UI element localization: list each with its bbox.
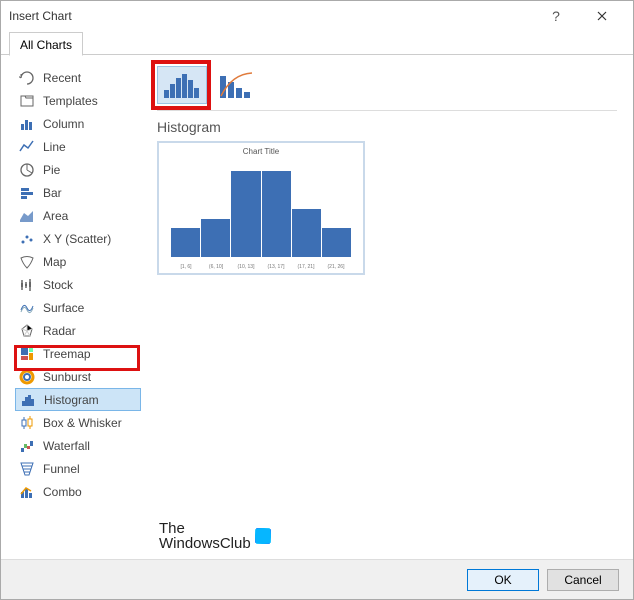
- sidebar-item-map[interactable]: Map: [15, 250, 141, 273]
- cancel-button[interactable]: Cancel: [547, 569, 619, 591]
- sidebar-item-x-y-scatter-[interactable]: X Y (Scatter): [15, 227, 141, 250]
- x-label: (13, 17]: [261, 264, 291, 270]
- sidebar-item-label: Area: [43, 209, 68, 223]
- sidebar-item-label: Bar: [43, 186, 62, 200]
- insert-chart-dialog: Insert Chart ? All Charts Recent Template…: [0, 0, 634, 600]
- x-label: [1, 6]: [171, 264, 201, 270]
- sidebar: Recent Templates Column Line Pie Bar Area X Y (…: [1, 56, 141, 559]
- sidebar-item-label: Combo: [43, 485, 82, 499]
- sidebar-item-box-whisker[interactable]: Box & Whisker: [15, 411, 141, 434]
- chart-type-label: Histogram: [157, 119, 617, 135]
- sidebar-item-label: X Y (Scatter): [43, 232, 111, 246]
- sidebar-item-bar[interactable]: Bar: [15, 181, 141, 204]
- sidebar-item-surface[interactable]: Surface: [15, 296, 141, 319]
- preview-title: Chart Title: [159, 143, 363, 156]
- waterfall-icon: [19, 438, 35, 454]
- sidebar-item-line[interactable]: Line: [15, 135, 141, 158]
- sidebar-item-pie[interactable]: Pie: [15, 158, 141, 181]
- bar: [231, 171, 260, 257]
- main-pane: Histogram Chart Title [1, 6](6, 10](10, …: [141, 56, 633, 559]
- sidebar-item-templates[interactable]: Templates: [15, 89, 141, 112]
- tab-all-charts[interactable]: All Charts: [9, 32, 83, 56]
- bar: [292, 209, 321, 257]
- sidebar-item-label: Waterfall: [43, 439, 90, 453]
- box-whisker-icon: [19, 415, 35, 431]
- funnel-icon: [19, 461, 35, 477]
- bar: [201, 219, 230, 257]
- sidebar-item-label: Radar: [43, 324, 76, 338]
- watermark-line1: The: [159, 521, 251, 536]
- sidebar-item-sunburst[interactable]: Sunburst: [15, 365, 141, 388]
- titlebar: Insert Chart ?: [1, 1, 633, 31]
- watermark: The WindowsClub: [159, 521, 271, 551]
- bar: [171, 228, 200, 257]
- column-icon: [19, 116, 35, 132]
- subtype-row: [157, 66, 617, 104]
- sidebar-item-label: Histogram: [44, 393, 99, 407]
- sidebar-item-label: Recent: [43, 71, 81, 85]
- sidebar-item-label: Funnel: [43, 462, 80, 476]
- bar-icon: [19, 185, 35, 201]
- sidebar-item-label: Sunburst: [43, 370, 91, 384]
- sidebar-item-combo[interactable]: Combo: [15, 480, 141, 503]
- footer: OK Cancel: [1, 559, 633, 599]
- watermark-line2: WindowsClub: [159, 536, 251, 551]
- x-axis-labels: [1, 6](6, 10](10, 13](13, 17](17, 21](21…: [171, 264, 351, 270]
- sidebar-item-recent[interactable]: Recent: [15, 66, 141, 89]
- templates-icon: [19, 93, 35, 109]
- sidebar-item-column[interactable]: Column: [15, 112, 141, 135]
- dialog-title: Insert Chart: [9, 9, 72, 23]
- bar: [322, 228, 351, 257]
- sidebar-item-waterfall[interactable]: Waterfall: [15, 434, 141, 457]
- histogram-icon: [162, 70, 202, 100]
- sidebar-item-label: Pie: [43, 163, 60, 177]
- sidebar-item-stock[interactable]: Stock: [15, 273, 141, 296]
- chart-preview[interactable]: Chart Title [1, 6](6, 10](10, 13](13, 17…: [157, 141, 365, 275]
- sunburst-icon: [19, 369, 35, 385]
- subtype-pareto[interactable]: [213, 66, 263, 104]
- sidebar-item-area[interactable]: Area: [15, 204, 141, 227]
- sidebar-item-label: Stock: [43, 278, 73, 292]
- pie-icon: [19, 162, 35, 178]
- sidebar-item-label: Map: [43, 255, 66, 269]
- combo-icon: [19, 484, 35, 500]
- sidebar-item-histogram[interactable]: Histogram: [15, 388, 141, 411]
- chart-area: [171, 161, 351, 257]
- x-y-scatter--icon: [19, 231, 35, 247]
- sidebar-item-label: Line: [43, 140, 66, 154]
- recent-icon: [19, 70, 35, 86]
- stock-icon: [19, 277, 35, 293]
- tab-strip: All Charts: [1, 31, 633, 55]
- separator: [157, 110, 617, 111]
- pareto-icon: [218, 70, 258, 100]
- sidebar-item-label: Surface: [43, 301, 84, 315]
- windowsclub-logo-icon: [255, 528, 271, 544]
- treemap-icon: [19, 346, 35, 362]
- map-icon: [19, 254, 35, 270]
- x-label: (17, 21]: [291, 264, 321, 270]
- histogram-icon: [20, 392, 36, 408]
- bar: [262, 171, 291, 257]
- sidebar-item-label: Treemap: [43, 347, 91, 361]
- sidebar-item-radar[interactable]: Radar: [15, 319, 141, 342]
- line-icon: [19, 139, 35, 155]
- help-button[interactable]: ?: [533, 1, 579, 31]
- sidebar-item-label: Column: [43, 117, 84, 131]
- subtype-histogram[interactable]: [157, 66, 207, 104]
- surface-icon: [19, 300, 35, 316]
- sidebar-item-label: Templates: [43, 94, 98, 108]
- sidebar-item-label: Box & Whisker: [43, 416, 122, 430]
- x-label: (21, 26]: [321, 264, 351, 270]
- sidebar-item-funnel[interactable]: Funnel: [15, 457, 141, 480]
- radar-icon: [19, 323, 35, 339]
- area-icon: [19, 208, 35, 224]
- ok-button[interactable]: OK: [467, 569, 539, 591]
- close-icon: [597, 11, 607, 21]
- x-label: (6, 10]: [201, 264, 231, 270]
- x-label: (10, 13]: [231, 264, 261, 270]
- close-button[interactable]: [579, 1, 625, 31]
- sidebar-item-treemap[interactable]: Treemap: [15, 342, 141, 365]
